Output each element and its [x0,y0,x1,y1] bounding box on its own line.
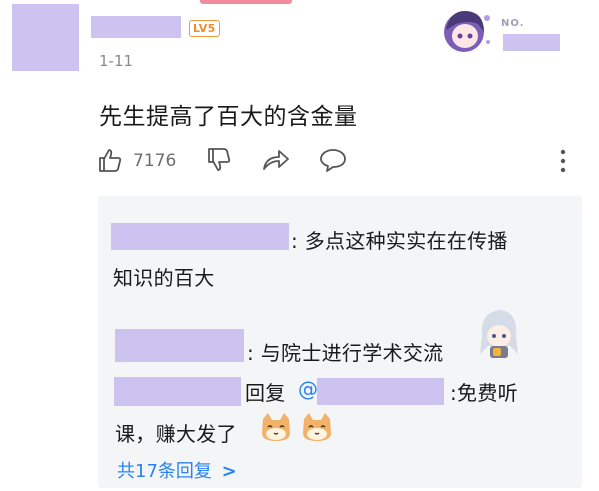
avatar[interactable] [12,4,79,71]
fan-label: NO. [501,18,525,29]
anime-girl-sticker-icon [480,310,518,358]
reply-username-redacted[interactable] [114,377,241,406]
comment-icon[interactable] [319,147,347,173]
top-accent-bar [200,0,292,4]
cat-face-emoji-icon [262,413,290,441]
more-vertical-icon[interactable] [558,148,568,174]
reply-text: : 与院士进行学术交流 [247,341,444,365]
mention-at[interactable]: @ [298,377,318,401]
reply-prefix: 回复 [245,381,286,405]
cat-face-emoji-icon [303,413,331,441]
comment-date: 1-11 [99,52,134,70]
like-count: 7176 [133,151,177,171]
comment-text: 先生提高了百大的含金量 [99,104,358,130]
reply-username-redacted[interactable] [111,223,289,250]
reply-text: :免费听 [450,381,518,405]
reply-text: : 多点这种实实在在传播 [291,229,508,253]
chevron-right-icon: > [221,461,237,482]
mention-username-redacted[interactable] [317,378,444,405]
username-redacted[interactable] [91,16,181,38]
reply-text-continued: 知识的百大 [113,266,215,290]
level-badge: LV5 [189,20,220,37]
reply-text-continued: 课，赚大发了 [115,422,237,446]
fan-avatar-icon [444,10,490,52]
see-all-replies-link[interactable]: 共17条回复 > [117,457,237,483]
thumbs-up-icon[interactable] [97,147,123,173]
share-icon[interactable] [262,147,290,173]
fan-number-redacted [503,34,560,51]
reply-username-redacted[interactable] [115,329,244,362]
thumbs-down-icon[interactable] [206,147,232,173]
